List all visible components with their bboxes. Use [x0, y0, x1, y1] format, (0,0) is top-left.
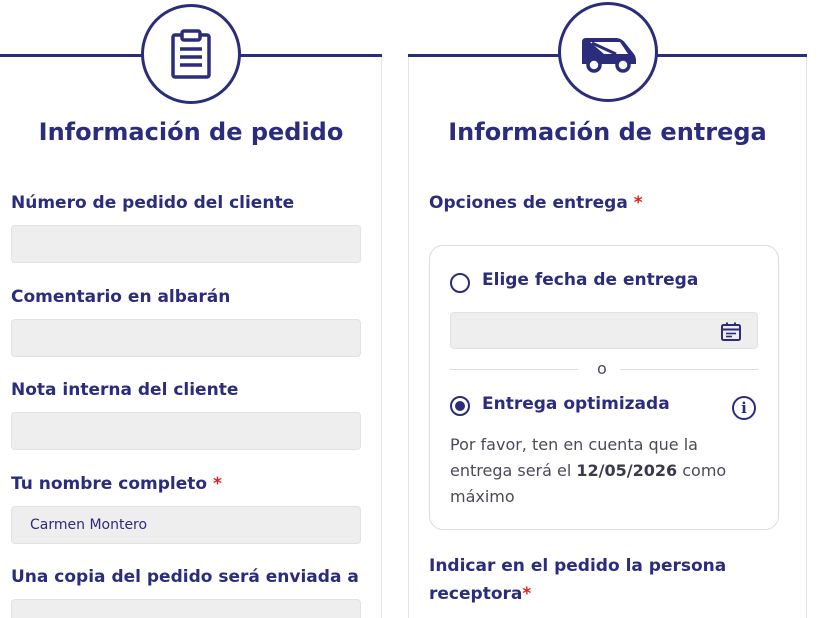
- delivery-date-input[interactable]: [450, 312, 758, 349]
- receiver-label-text: Indicar en el pedido la persona receptor…: [429, 556, 727, 604]
- order-copy-email-label: Una copia del pedido será enviada a: [11, 567, 359, 587]
- internal-note-label: Nota interna del cliente: [11, 380, 239, 400]
- optimized-delivery-radio[interactable]: [450, 396, 470, 416]
- choose-date-label[interactable]: Elige fecha de entrega: [482, 270, 698, 290]
- delivery-info-panel: Información de entrega Opciones de entre…: [408, 0, 807, 618]
- calendar-icon[interactable]: [721, 322, 741, 341]
- clipboard-icon: [141, 4, 241, 104]
- required-marker: *: [633, 193, 643, 213]
- delivery-note-date: 12/05/2026: [576, 461, 678, 480]
- receiver-label: Indicar en el pedido la persona receptor…: [429, 552, 769, 608]
- required-marker: *: [522, 584, 532, 604]
- info-icon[interactable]: i: [732, 396, 756, 420]
- divider-or-text: o: [597, 359, 607, 378]
- order-copy-email-input[interactable]: [11, 599, 361, 618]
- internal-note-input[interactable]: [11, 412, 361, 450]
- order-info-panel: Información de pedido Número de pedido d…: [0, 0, 382, 618]
- delivery-section-title: Información de entrega: [448, 118, 767, 146]
- delivery-options-card: Elige fecha de entrega o Entrega optimiz…: [429, 245, 779, 530]
- delivery-note-text: Por favor, ten en cuenta que la entrega …: [450, 432, 750, 510]
- optimized-delivery-label[interactable]: Entrega optimizada: [482, 394, 670, 414]
- choose-date-radio[interactable]: [450, 273, 470, 293]
- delivery-options-label: Opciones de entrega *: [429, 193, 643, 213]
- order-section-title: Información de pedido: [38, 118, 344, 146]
- customer-order-number-input[interactable]: [11, 225, 361, 263]
- delivery-note-comment-input[interactable]: [11, 319, 361, 357]
- divider-line-right: [620, 369, 758, 370]
- delivery-van-icon: [558, 2, 658, 102]
- customer-order-number-label: Número de pedido del cliente: [11, 193, 295, 213]
- required-marker: *: [212, 474, 222, 494]
- full-name-label-text: Tu nombre completo: [11, 474, 208, 494]
- full-name-label: Tu nombre completo *: [11, 474, 222, 494]
- delivery-note-comment-label: Comentario en albarán: [11, 287, 231, 307]
- delivery-options-label-text: Opciones de entrega: [429, 193, 628, 213]
- divider-line-left: [450, 369, 578, 370]
- full-name-input[interactable]: Carmen Montero: [11, 506, 361, 544]
